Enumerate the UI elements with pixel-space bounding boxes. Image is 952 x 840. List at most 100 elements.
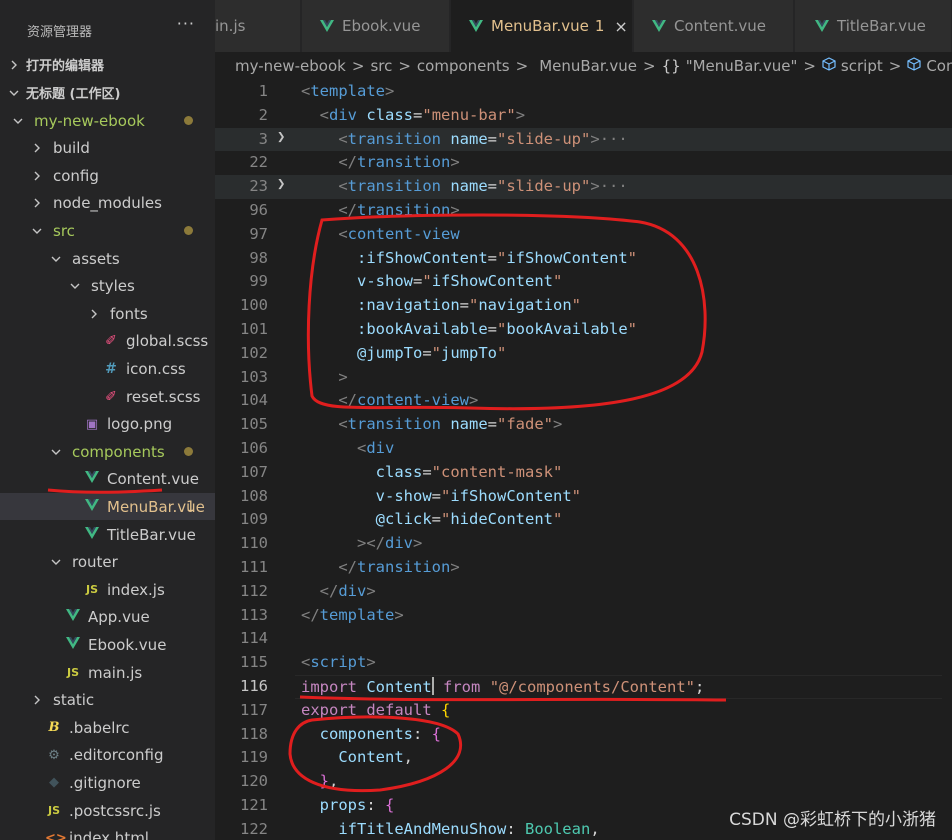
tree-item-editorconfig[interactable]: ⚙ .editorconfig: [0, 742, 215, 769]
code-line[interactable]: 1 <template>: [215, 80, 952, 104]
code-line[interactable]: 2 <div class="menu-bar">: [215, 104, 952, 128]
code-line[interactable]: 3 ❯ <transition name="slide-up">···: [215, 127, 952, 152]
code-line[interactable]: 102 @jumpTo="jumpTo": [215, 342, 952, 366]
code-line[interactable]: 105 <transition name="fade">: [215, 413, 952, 437]
code-text: <transition name="slide-up">···: [338, 177, 628, 196]
more-actions-icon[interactable]: ···: [177, 14, 195, 33]
tree-item-gitignore[interactable]: ◆ .gitignore: [0, 769, 215, 796]
tree-item-ebook-vue[interactable]: Ebook.vue: [0, 631, 215, 658]
code-text: Content,: [338, 748, 413, 767]
tree-item-label: static: [53, 691, 95, 710]
tree-item-babelrc[interactable]: B .babelrc: [0, 714, 215, 741]
tree-item-config[interactable]: config: [0, 162, 215, 189]
chevron-down-icon: [29, 226, 45, 236]
breadcrumb-separator: >: [803, 57, 816, 75]
code-text: props: {: [319, 796, 395, 814]
tab-menubar-vue[interactable]: MenuBar.vue 1 ×: [451, 0, 633, 52]
braces-icon: {}: [661, 57, 681, 75]
tree-item-styles[interactable]: styles: [0, 273, 215, 300]
tree-item-my-new-ebook[interactable]: my-new-ebook: [0, 107, 215, 134]
code-text: v-show="ifShowContent": [375, 486, 582, 505]
code-line[interactable]: 101 :bookAvailable="bookAvailable": [215, 318, 952, 342]
code-line[interactable]: 118 components: {: [215, 723, 952, 747]
tab-main-js[interactable]: in.js: [215, 0, 301, 52]
tree-item-menubar-vue[interactable]: MenuBar.vue 1: [0, 493, 215, 521]
code-text: v-show="ifShowContent": [357, 272, 563, 291]
tree-item-static[interactable]: static: [0, 687, 215, 714]
code-text: :navigation="navigation": [357, 296, 582, 315]
breadcrumb-item[interactable]: my-new-ebook: [235, 57, 346, 75]
breadcrumb-item[interactable]: script: [841, 57, 883, 75]
explorer-sidebar: 资源管理器 ··· 打开的编辑器 无标题 (工作区) my-new-ebook b…: [0, 0, 215, 840]
tree-item-icon-css[interactable]: # icon.css: [0, 355, 215, 382]
tree-item-assets[interactable]: assets: [0, 245, 215, 272]
tree-item-titlebar-vue[interactable]: TitleBar.vue: [0, 521, 215, 548]
code-line[interactable]: 97 <content-view: [215, 223, 952, 247]
breadcrumb-item[interactable]: Conte: [926, 57, 952, 75]
code-line[interactable]: 120 },: [215, 770, 952, 794]
breadcrumb-item[interactable]: src: [370, 57, 392, 75]
tree-item-components[interactable]: components: [0, 438, 215, 465]
tab-ebook-vue[interactable]: Ebook.vue: [302, 0, 450, 52]
tab-label: Content.vue: [674, 17, 767, 35]
line-number: 3: [258, 129, 268, 148]
vue-icon: [64, 636, 82, 654]
tree-item-reset-scss[interactable]: ✐ reset.scss: [0, 383, 215, 410]
tree-item-app-vue[interactable]: App.vue: [0, 604, 215, 631]
open-editors-section[interactable]: 打开的编辑器: [0, 51, 215, 78]
tree-item-router[interactable]: router: [0, 549, 215, 576]
breadcrumb-item[interactable]: MenuBar.vue: [539, 57, 637, 75]
code-line[interactable]: 103 >: [215, 366, 952, 390]
code-line[interactable]: 110 ></div>: [215, 532, 952, 556]
tree-item-fonts[interactable]: fonts: [0, 300, 215, 327]
chevron-right-icon: [29, 695, 45, 705]
tab-content-vue[interactable]: Content.vue: [634, 0, 794, 52]
code-line[interactable]: 96 </transition>: [215, 199, 952, 223]
code-line[interactable]: 117 export default {: [215, 699, 952, 723]
line-number: 111: [240, 558, 268, 576]
code-line[interactable]: 99 v-show="ifShowContent": [215, 270, 952, 294]
code-line[interactable]: 113 </template>: [215, 604, 952, 628]
tree-item-index-js[interactable]: JS index.js: [0, 576, 215, 603]
code-line[interactable]: 98 :ifShowContent="ifShowContent": [215, 247, 952, 271]
code-line[interactable]: 112 </div>: [215, 580, 952, 604]
tree-item-node-modules[interactable]: node_modules: [0, 190, 215, 217]
tree-item-main-js[interactable]: JS main.js: [0, 659, 215, 686]
code-line[interactable]: 115 <script>: [215, 651, 952, 675]
code-line[interactable]: 116 import Content from "@/components/Con…: [215, 675, 952, 699]
code-line[interactable]: 107 class="content-mask": [215, 461, 952, 485]
code-line[interactable]: 109 @click="hideContent": [215, 508, 952, 532]
breadcrumb-item[interactable]: "MenuBar.vue": [686, 57, 798, 75]
code-editor[interactable]: 1 <template> 2 <div class="menu-bar"> 3 ❯ <t…: [215, 80, 952, 840]
code-line[interactable]: 119 Content,: [215, 746, 952, 770]
code-text: </transition>: [338, 201, 460, 219]
code-line[interactable]: 106 <div: [215, 437, 952, 461]
code-line[interactable]: 22 </transition>: [215, 151, 952, 175]
code-line[interactable]: 23 ❯ <transition name="slide-up">···: [215, 175, 952, 199]
breadcrumb-item[interactable]: components: [417, 57, 510, 75]
code-text: </transition>: [338, 558, 460, 576]
tab-titlebar-vue[interactable]: TitleBar.vue: [795, 0, 952, 52]
workspace-section[interactable]: 无标题 (工作区): [0, 79, 215, 106]
code-line[interactable]: 100 :navigation="navigation": [215, 294, 952, 318]
code-line[interactable]: 114: [215, 627, 952, 651]
fold-chevron-icon[interactable]: ❯: [277, 129, 285, 145]
code-line[interactable]: 108 v-show="ifShowContent": [215, 485, 952, 509]
tree-item-content-vue[interactable]: Content.vue: [0, 466, 215, 493]
tree-item-label: .gitignore: [69, 773, 141, 792]
tree-item-src[interactable]: src: [0, 217, 215, 244]
fold-chevron-icon[interactable]: ❯: [277, 176, 285, 192]
breadcrumb-separator: >: [888, 57, 902, 75]
editor-tab-bar: in.js Ebook.vue MenuBar.vue 1 × Content.…: [215, 0, 952, 52]
code-line[interactable]: 104 </content-view>: [215, 389, 952, 413]
line-number: 121: [240, 796, 268, 814]
close-icon[interactable]: ×: [614, 17, 627, 36]
tree-item-index-html[interactable]: <> index.html: [0, 825, 215, 840]
tree-item-logo-png[interactable]: ▣ logo.png: [0, 411, 215, 438]
tree-item-global-scss[interactable]: ✐ global.scss: [0, 328, 215, 355]
tree-item-postcssrc-js[interactable]: JS .postcssrc.js: [0, 797, 215, 824]
tree-item-build[interactable]: build: [0, 135, 215, 162]
code-line[interactable]: 111 </transition>: [215, 556, 952, 580]
gear-icon: ⚙: [48, 747, 60, 763]
line-number: 1: [258, 82, 268, 100]
